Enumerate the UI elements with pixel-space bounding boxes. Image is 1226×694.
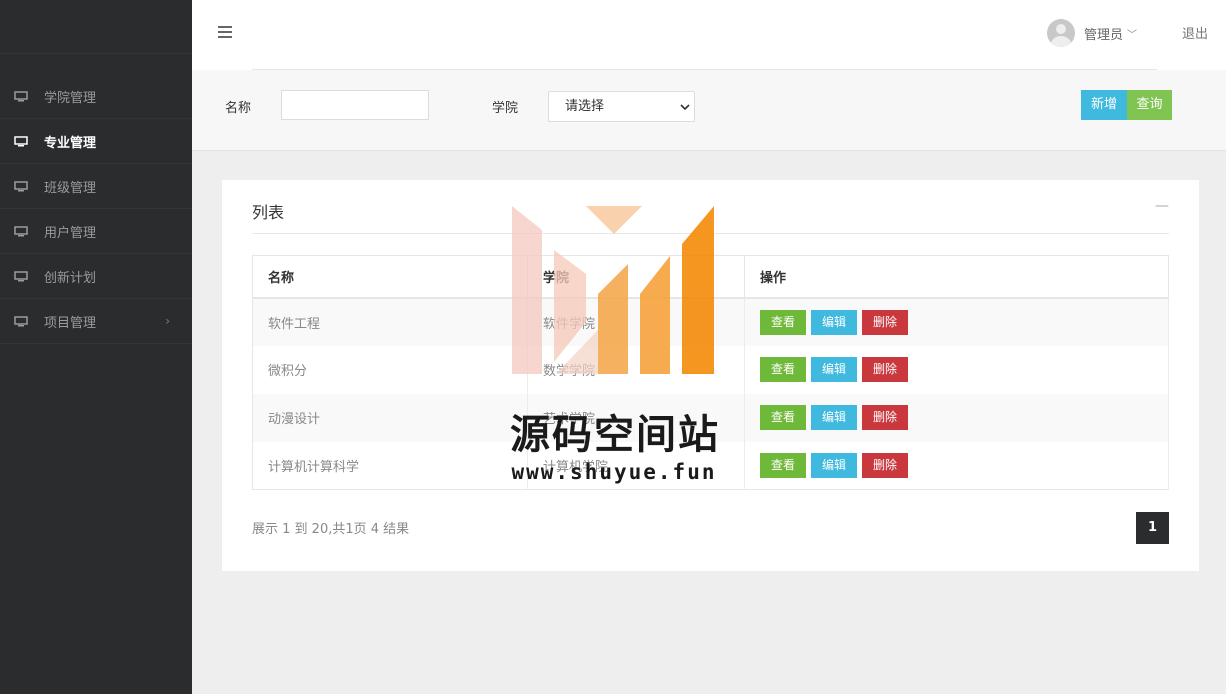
collapse-icon[interactable]: —: [1155, 198, 1169, 214]
chevron-down-icon: [680, 104, 690, 111]
column-header-name: 名称: [252, 255, 528, 299]
monitor-icon: [14, 180, 28, 191]
college-label: 学院: [492, 101, 519, 116]
monitor-icon: [14, 90, 28, 101]
sidebar-item-project[interactable]: 项目管理 ›: [0, 299, 192, 344]
view-button[interactable]: 查看: [760, 452, 806, 478]
edit-button[interactable]: 编辑: [811, 357, 857, 382]
user-name: 管理员: [1084, 27, 1124, 43]
sidebar-item-label: 项目管理: [44, 315, 97, 331]
chevron-down-icon: ﹀: [1127, 29, 1138, 41]
menu-toggle-icon[interactable]: [218, 26, 232, 39]
sidebar-item-label: 用户管理: [44, 225, 97, 241]
cell-actions: 查看 编辑 删除: [744, 345, 1169, 394]
watermark-title: 源码空间站: [510, 411, 720, 458]
card-title: 列表: [252, 203, 285, 222]
sidebar-item-label: 专业管理: [44, 135, 97, 151]
cell-name: 动漫设计: [252, 393, 528, 442]
watermark-url: www.shuyue.fun: [511, 460, 717, 484]
name-label: 名称: [225, 101, 252, 116]
edit-button[interactable]: 编辑: [811, 309, 857, 335]
view-button[interactable]: 查看: [760, 405, 806, 430]
cell-actions: 查看 编辑 删除: [744, 393, 1169, 442]
delete-button[interactable]: 删除: [862, 357, 908, 382]
sidebar-item-innovation[interactable]: 创新计划: [0, 254, 192, 299]
monitor-icon: [14, 315, 28, 326]
edit-button[interactable]: 编辑: [811, 405, 857, 430]
watermark-logo: [512, 206, 714, 374]
sidebar-item-major[interactable]: 专业管理: [0, 119, 192, 164]
sidebar-item-user[interactable]: 用户管理: [0, 209, 192, 254]
cell-actions: 查看 编辑 删除: [744, 297, 1169, 346]
sidebar: 学院管理 专业管理 班级管理 用户管理 创新计划 项目管理 ›: [0, 0, 192, 694]
add-button[interactable]: 新增: [1081, 90, 1127, 120]
sidebar-item-class[interactable]: 班级管理: [0, 164, 192, 209]
sidebar-item-college[interactable]: 学院管理: [0, 74, 192, 119]
college-select[interactable]: 请选择: [548, 91, 695, 122]
cell-actions: 查看 编辑 删除: [744, 441, 1169, 490]
sidebar-item-label: 学院管理: [44, 90, 97, 106]
cell-name: 微积分: [252, 345, 528, 394]
monitor-icon: [14, 270, 28, 281]
monitor-icon: [14, 225, 28, 236]
sidebar-brand: [0, 0, 192, 54]
view-button[interactable]: 查看: [760, 357, 806, 382]
top-header: 管理员 ﹀ 退出: [192, 0, 1226, 70]
cell-name: 计算机计算科学: [252, 441, 528, 490]
query-button[interactable]: 查询: [1127, 90, 1172, 120]
sidebar-item-label: 班级管理: [44, 180, 97, 196]
sidebar-item-label: 创新计划: [44, 270, 97, 286]
college-select-value: 请选择: [565, 99, 605, 114]
delete-button[interactable]: 删除: [862, 405, 908, 430]
avatar: [1047, 19, 1075, 47]
delete-button[interactable]: 删除: [862, 309, 908, 335]
chevron-right-icon: ›: [165, 314, 170, 328]
edit-button[interactable]: 编辑: [811, 452, 857, 478]
column-header-actions: 操作: [744, 255, 1169, 299]
pagination-summary: 展示 1 到 20,共1页 4 结果: [252, 522, 410, 537]
page-button-current[interactable]: 1: [1136, 512, 1169, 544]
view-button[interactable]: 查看: [760, 309, 806, 335]
monitor-icon: [14, 135, 28, 146]
delete-button[interactable]: 删除: [862, 452, 908, 478]
user-menu[interactable]: 管理员 ﹀: [1047, 19, 1137, 47]
logout-link[interactable]: 退出: [1182, 23, 1208, 42]
cell-name: 软件工程: [252, 297, 528, 346]
name-input[interactable]: [281, 90, 429, 120]
sidebar-menu: 学院管理 专业管理 班级管理 用户管理 创新计划 项目管理 ›: [0, 74, 192, 344]
search-panel: 名称 学院 请选择 新增 查询: [192, 70, 1226, 151]
